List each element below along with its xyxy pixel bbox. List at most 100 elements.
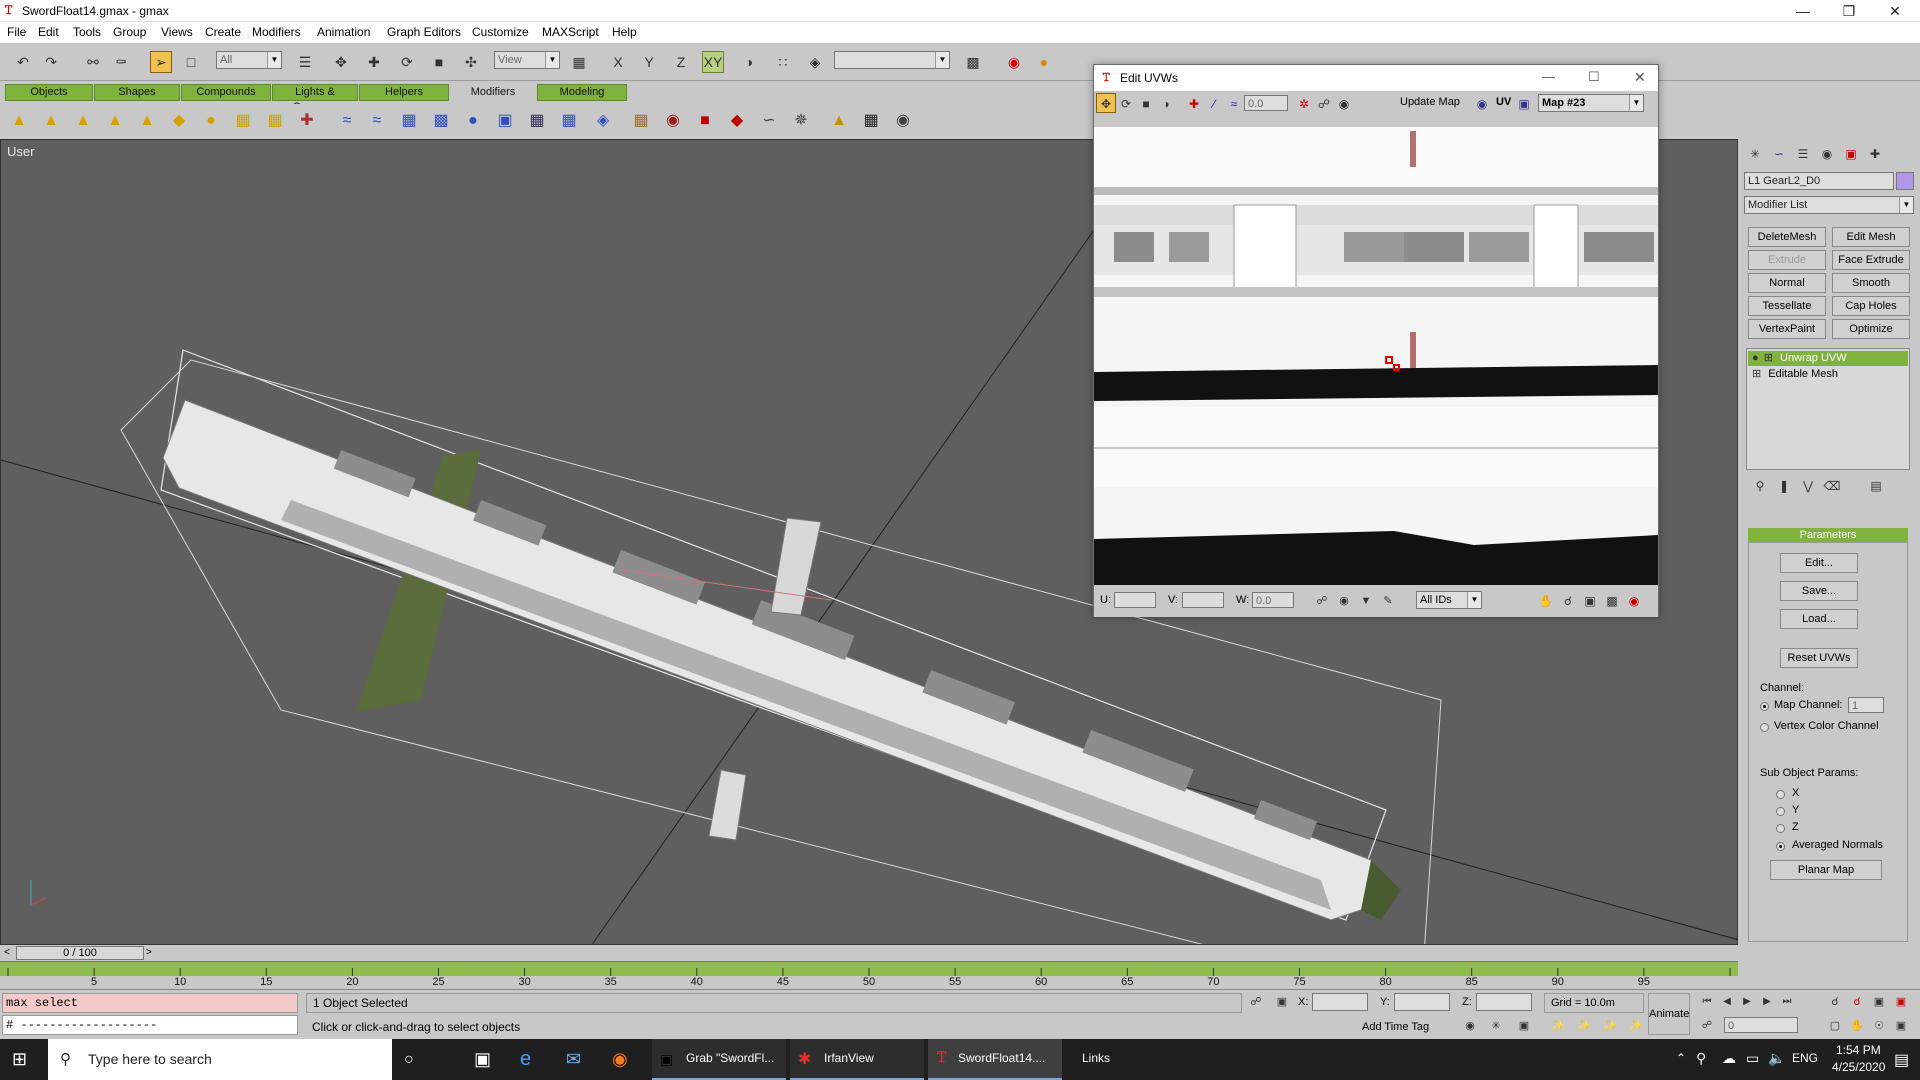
angle-snap-icon[interactable]: ✳ [1486, 1015, 1506, 1035]
uvw-zoom-icon[interactable]: ☌ [1558, 590, 1578, 610]
stack-item-unwrap-uvw[interactable]: ● ⊞ Unwrap UVW [1748, 351, 1908, 366]
cloud-icon[interactable]: ☁ [1722, 1050, 1736, 1067]
edit-button[interactable]: Edit... [1780, 553, 1858, 573]
hierarchy-panel-icon[interactable]: ☰ [1792, 143, 1814, 165]
named-selection-dropdown[interactable]: ▼ [834, 51, 950, 69]
filters-icon[interactable]: ✨ [1626, 1015, 1646, 1035]
align-icon[interactable]: ◈ [804, 51, 826, 73]
uvw-maximize-button[interactable]: ☐ [1588, 69, 1600, 85]
displace-icon[interactable]: ▩ [428, 108, 454, 134]
map-channel-radio[interactable] [1760, 702, 1769, 711]
task-view-icon[interactable]: ○ [404, 1039, 414, 1080]
tab-shapes[interactable]: Shapes [94, 84, 180, 101]
extrude-button[interactable]: Extrude [1748, 250, 1826, 270]
uvw-select-faces-icon[interactable]: ▼ [1356, 590, 1376, 610]
ref-coord-dropdown[interactable]: View ▼ [494, 51, 560, 69]
smooth-icon[interactable]: ▲ [826, 108, 852, 134]
select-object-icon[interactable]: ➢ [150, 51, 172, 73]
maxscript-listener-line1[interactable]: max select [2, 993, 298, 1013]
uvw-paint-icon[interactable]: ✎ [1378, 590, 1398, 610]
uvw-map-icon[interactable]: ▦ [396, 108, 422, 134]
menu-create[interactable]: Create [205, 25, 241, 39]
pan-icon[interactable]: ✋ [1848, 1015, 1866, 1035]
select-rotate-icon[interactable]: ⟳ [396, 51, 418, 73]
w-spinner[interactable]: 0.0 [1252, 592, 1294, 608]
create-panel-icon[interactable]: ✳ [1744, 143, 1766, 165]
remove-modifier-icon[interactable]: ⌫ [1822, 475, 1842, 495]
array-icon[interactable]: ∷ [772, 51, 794, 73]
modifier-stack[interactable]: ● ⊞ Unwrap UVW ⊞ Editable Mesh [1746, 348, 1910, 470]
make-unique-icon[interactable]: ⋁ [1798, 475, 1818, 495]
menu-maxscript[interactable]: MAXScript [542, 25, 599, 39]
uvw-move-icon[interactable]: ✥ [1096, 93, 1116, 113]
spherify-icon[interactable]: ● [198, 108, 224, 134]
averaged-normals-radio[interactable] [1776, 842, 1785, 851]
uvw-filter-icon[interactable]: ◉ [1334, 590, 1354, 610]
zoom-extents-all-icon[interactable]: ▣ [1892, 991, 1910, 1011]
spinner-snap-icon[interactable]: ✨ [1548, 1015, 1568, 1035]
planar-map-button[interactable]: Planar Map [1770, 860, 1882, 880]
noise-icon[interactable]: ▲ [102, 108, 128, 134]
face-extrude-button[interactable]: Face Extrude [1832, 250, 1910, 270]
undo-icon[interactable]: ↶ [12, 51, 34, 73]
unlink-icon[interactable]: ⚰ [110, 51, 132, 73]
uvw-mirror-icon[interactable]: ◑ [1156, 93, 1176, 113]
go-to-end-icon[interactable]: ⏭ [1778, 991, 1796, 1011]
network-icon[interactable]: ⚲ [1696, 1050, 1706, 1067]
xform-2-icon[interactable]: ▦ [524, 108, 550, 134]
uvw-properties-icon[interactable]: ▣ [1514, 93, 1534, 113]
ripple-icon[interactable]: ≈ [364, 108, 390, 134]
x-coord-field[interactable] [1312, 993, 1368, 1011]
cap-holes-button[interactable]: Cap Holes [1832, 296, 1910, 316]
uvw-zoom-region-icon[interactable]: ▣ [1580, 590, 1600, 610]
show-end-result-icon[interactable]: ❚ [1774, 475, 1794, 495]
material-id-icon[interactable]: ◉ [890, 108, 916, 134]
mail-icon[interactable]: ✉ [566, 1039, 581, 1080]
lattice-icon[interactable]: ▦ [230, 108, 256, 134]
taskbar-app-gmax[interactable]: 𝚃 SwordFloat14.... [928, 1039, 1062, 1080]
volume-icon[interactable]: 🔈 [1768, 1050, 1785, 1067]
squeeze-icon[interactable]: ◆ [166, 108, 192, 134]
object-name-field[interactable]: L1 GearL2_D0 [1744, 172, 1894, 190]
display-panel-icon[interactable]: ▣ [1840, 143, 1862, 165]
taper-icon[interactable]: ▲ [38, 108, 64, 134]
parameters-rollout-title[interactable]: Parameters [1748, 528, 1908, 542]
play-icon[interactable]: ▶ [1738, 991, 1756, 1011]
utilities-panel-icon[interactable]: ✚ [1864, 143, 1886, 165]
edit-mesh-button[interactable]: Edit Mesh [1832, 227, 1910, 247]
clock-date[interactable]: 4/25/2020 [1832, 1060, 1885, 1074]
v-spinner[interactable] [1182, 592, 1224, 608]
pivot-icon[interactable]: ✣ [460, 51, 482, 73]
checker-icon[interactable]: ▦ [858, 108, 884, 134]
bend-icon[interactable]: ▲ [6, 108, 32, 134]
maxscript-listener-line2[interactable]: # ------------------- [2, 1015, 298, 1035]
tab-helpers[interactable]: Helpers [359, 84, 449, 101]
prev-frame-icon[interactable]: ◀ [1718, 991, 1736, 1011]
uvw-pan-icon[interactable]: ✋ [1536, 590, 1556, 610]
uvw-lock-selection-icon[interactable]: ☍ [1312, 590, 1332, 610]
y-coord-field[interactable] [1394, 993, 1450, 1011]
vol-select-icon[interactable]: ■ [692, 108, 718, 134]
tab-objects[interactable]: Objects [5, 84, 93, 101]
menu-modifiers[interactable]: Modifiers [252, 25, 301, 39]
menu-animation[interactable]: Animation [317, 25, 370, 39]
uvw-editor-canvas[interactable] [1094, 127, 1658, 585]
language-indicator[interactable]: ENG [1792, 1051, 1818, 1065]
normal-button[interactable]: Normal [1748, 273, 1826, 293]
box-icon[interactable]: ▦ [628, 108, 654, 134]
delete-mesh-button[interactable]: DeleteMesh [1748, 227, 1826, 247]
tray-chevron-icon[interactable]: ⌃ [1676, 1051, 1686, 1065]
uvw-hide-icon[interactable]: ◉ [1334, 93, 1354, 113]
firefox-icon[interactable]: ◉ [612, 1039, 628, 1080]
mesh-select-icon[interactable]: ▦ [556, 108, 582, 134]
sphere-map-icon[interactable]: ● [460, 108, 486, 134]
minimize-button[interactable]: — [1780, 0, 1826, 22]
tab-lights-cameras[interactable]: Lights & Cameras [272, 84, 358, 113]
uvw-weld-icon[interactable]: ✚ [1184, 93, 1204, 113]
time-next-icon[interactable]: > [146, 947, 152, 958]
percent-snap-icon[interactable]: ▣ [1514, 1015, 1534, 1035]
snap-icon[interactable]: ◉ [1460, 1015, 1480, 1035]
menu-tools[interactable]: Tools [73, 25, 101, 39]
reset-uvws-button[interactable]: Reset UVWs [1780, 648, 1858, 668]
vertex-color-radio[interactable] [1760, 723, 1769, 732]
